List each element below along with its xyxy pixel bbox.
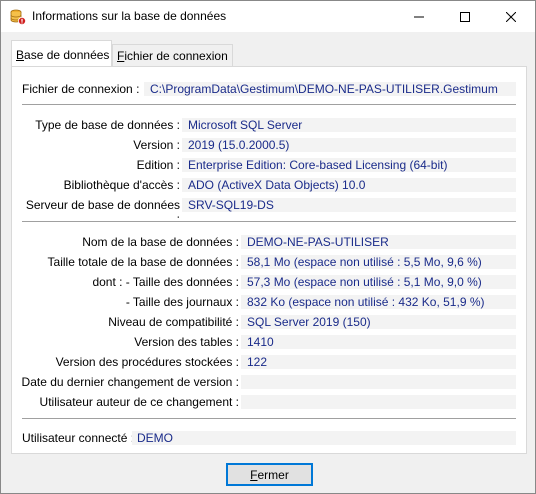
- tables-version-box: [241, 335, 516, 349]
- maximize-icon: [460, 11, 470, 22]
- last-change-label: Date du dernier changement de version :: [21, 375, 239, 389]
- tab-database-accel: B: [16, 48, 25, 62]
- close-window-button[interactable]: [488, 1, 534, 32]
- connected-user-box: [132, 431, 516, 445]
- procs-version-value: 122: [247, 355, 268, 369]
- log-size-label: - Taille des journaux :: [125, 295, 239, 309]
- tables-version-value: 1410: [247, 335, 274, 349]
- connected-user-value: DEMO: [137, 431, 173, 445]
- db-type-label: Type de base de données :: [35, 118, 180, 132]
- close-button-label: ermer: [257, 467, 289, 482]
- db-name-value: DEMO-NE-PAS-UTILISER: [247, 235, 389, 249]
- library-value: ADO (ActiveX Data Objects) 10.0: [188, 178, 366, 192]
- change-user-box: [241, 395, 516, 409]
- close-button[interactable]: Fermer: [226, 463, 313, 486]
- procs-version-label: Version des procédures stockées :: [55, 355, 239, 369]
- title-bar: Informations sur la base de données: [1, 1, 535, 32]
- last-change-box: [241, 375, 516, 389]
- maximize-button[interactable]: [442, 1, 488, 32]
- library-label: Bibliothèque d'accès :: [63, 178, 180, 192]
- tab-database-label: ase de données: [24, 48, 110, 62]
- data-size-label: dont : - Taille des données :: [92, 275, 239, 289]
- change-user-label: Utilisateur auteur de ce changement :: [39, 395, 239, 409]
- tab-database[interactable]: Base de données: [11, 40, 112, 66]
- connected-user-label: Utilisateur connecté :: [22, 431, 135, 445]
- tab-connection-file[interactable]: Fichier de connexion: [112, 44, 233, 66]
- tab-connection-file-label: ichier de connexion: [124, 49, 228, 63]
- log-size-value: 832 Ko (espace non utilisé : 432 Ko, 51,…: [247, 295, 485, 309]
- version-label: Version :: [133, 138, 180, 152]
- close-button-accel: F: [250, 467, 258, 482]
- separator: [22, 418, 516, 420]
- db-size-value: 58,1 Mo (espace non utilisé : 5,5 Mo, 9,…: [247, 255, 482, 269]
- server-value: SRV-SQL19-DS: [188, 198, 274, 212]
- file-value: C:\ProgramData\Gestimum\DEMO-NE-PAS-UTIL…: [150, 82, 498, 96]
- procs-version-box: [241, 355, 516, 369]
- window-title: Informations sur la base de données: [32, 9, 227, 23]
- db-type-value: Microsoft SQL Server: [188, 118, 303, 132]
- edition-value: Enterprise Edition: Core-based Licensing…: [188, 158, 448, 172]
- minimize-button[interactable]: [396, 1, 442, 32]
- db-name-label: Nom de la base de données :: [82, 235, 239, 249]
- db-size-label: Taille totale de la base de données :: [47, 255, 239, 269]
- tab-panel-database: Fichier de connexion : C:\ProgramData\Ge…: [11, 66, 527, 454]
- separator: [22, 221, 516, 223]
- minimize-icon: [414, 16, 424, 17]
- version-value: 2019 (15.0.2000.5): [188, 138, 290, 152]
- tables-version-label: Version des tables :: [134, 335, 239, 349]
- compat-label: Niveau de compatibilité :: [108, 315, 239, 329]
- database-info-window: Informations sur la base de données Base…: [0, 0, 536, 494]
- edition-label: Edition :: [136, 158, 180, 172]
- close-icon: [506, 11, 516, 22]
- separator: [22, 104, 516, 106]
- file-label: Fichier de connexion :: [22, 82, 140, 96]
- database-icon: [10, 9, 26, 25]
- data-size-value: 57,3 Mo (espace non utilisé : 5,1 Mo, 9,…: [247, 275, 482, 289]
- compat-value: SQL Server 2019 (150): [247, 315, 371, 329]
